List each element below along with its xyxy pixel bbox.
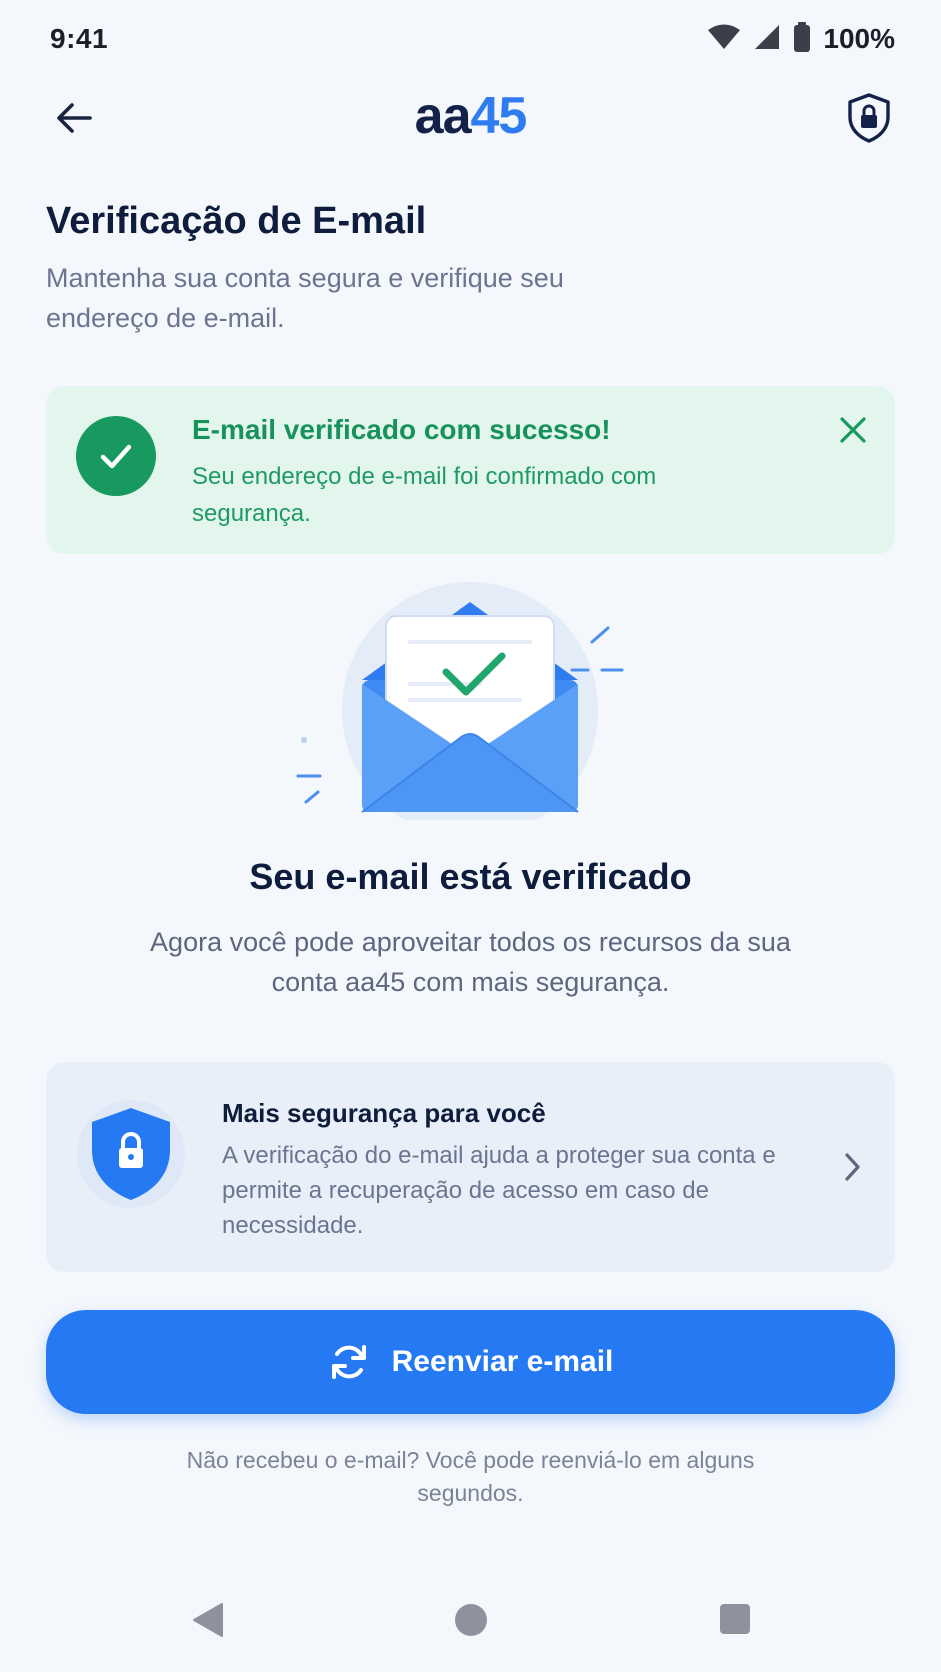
status-bar: 9:41 100% [0, 0, 941, 78]
security-button[interactable] [841, 90, 897, 146]
security-card-chevron[interactable] [835, 1150, 869, 1184]
page-title: Verificação de E-mail [46, 200, 427, 242]
system-nav-bar [0, 1580, 941, 1660]
logo-text-aa: aa [414, 87, 472, 145]
status-icons: 100% [707, 21, 895, 57]
check-circle-icon [76, 416, 156, 496]
nav-home-icon[interactable] [455, 1604, 487, 1636]
success-alert-message: Seu endereço de e-mail foi confirmado co… [192, 463, 657, 527]
envelope-check-icon [296, 582, 624, 838]
resend-note: Não recebeu o e-mail? Você pode reenviá-… [186, 1447, 755, 1506]
status-time: 9:41 [50, 23, 109, 54]
app-logo: aa45 [0, 86, 941, 146]
verified-description: Agora você pode aproveitar todos os recu… [150, 927, 791, 997]
close-icon [840, 417, 866, 443]
security-card-text: A verificação do e-mail ajuda a proteger… [222, 1142, 776, 1239]
security-info-card[interactable]: Mais segurança para você A verificação d… [46, 1062, 895, 1272]
signal-icon [753, 23, 781, 56]
nav-back-icon[interactable] [190, 1600, 230, 1640]
battery-percentage: 100% [823, 23, 895, 54]
resend-button-label: Reenviar e-mail [391, 1345, 614, 1378]
verified-heading: Seu e-mail está verificado [249, 856, 692, 897]
wifi-icon [707, 23, 741, 56]
refresh-icon [331, 1345, 366, 1379]
top-app-bar: aa45 [0, 78, 941, 160]
logo-text-45: 45 [470, 87, 528, 145]
success-alert-title: E-mail verificado com sucesso! [192, 414, 611, 445]
close-alert-button[interactable] [833, 410, 873, 450]
page-subtitle: Mantenha sua conta segura e verifique se… [46, 263, 564, 333]
success-alert: E-mail verificado com sucesso! Seu ender… [46, 386, 895, 554]
chevron-right-icon [845, 1153, 860, 1181]
nav-recents-icon[interactable] [720, 1604, 750, 1634]
shield-lock-icon [76, 1092, 186, 1222]
security-card-title: Mais segurança para você [222, 1098, 546, 1128]
envelope-check-illustration [290, 580, 660, 838]
resend-email-button[interactable]: Reenviar e-mail [46, 1310, 895, 1414]
battery-icon [793, 21, 811, 57]
shield-lock-icon [848, 93, 890, 143]
